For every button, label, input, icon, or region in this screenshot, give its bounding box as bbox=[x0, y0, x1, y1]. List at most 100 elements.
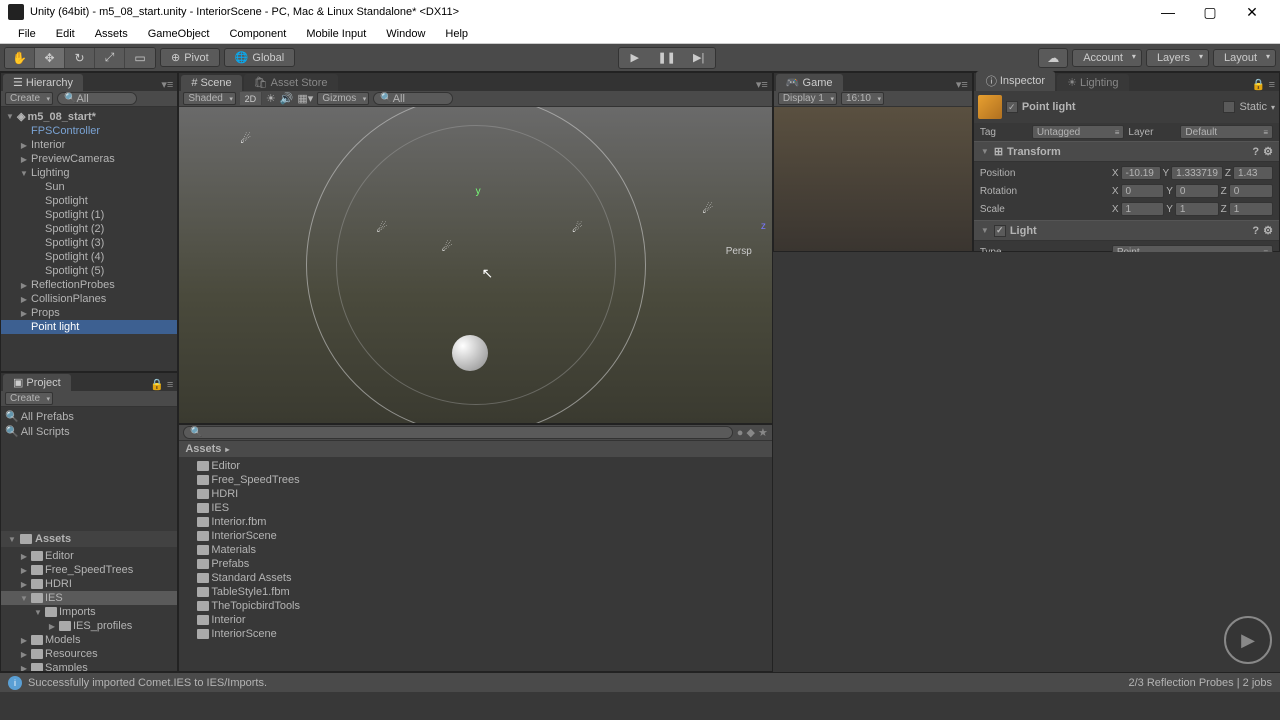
play-button[interactable]: ▶ bbox=[619, 48, 651, 68]
gear-icon[interactable]: ⚙ bbox=[1263, 145, 1273, 158]
gear-icon[interactable]: ⚙ bbox=[1263, 224, 1273, 237]
aspect-dropdown[interactable]: 16:10 bbox=[841, 92, 884, 105]
minimize-button[interactable]: — bbox=[1148, 0, 1188, 24]
perspective-label[interactable]: Persp bbox=[726, 246, 752, 257]
menu-help[interactable]: Help bbox=[437, 26, 476, 42]
pause-button[interactable]: ❚❚ bbox=[651, 48, 683, 68]
active-checkbox[interactable]: ✓ bbox=[1006, 101, 1018, 113]
rotation-y-field[interactable]: 0 bbox=[1175, 184, 1219, 198]
asset-item[interactable]: TableStyle1.fbm bbox=[179, 585, 771, 599]
filter-icons[interactable]: ● ◆ ★ bbox=[737, 426, 768, 439]
step-button[interactable]: ▶| bbox=[683, 48, 715, 68]
layers-dropdown[interactable]: Layers bbox=[1146, 49, 1209, 67]
hierarchy-item[interactable]: Spotlight bbox=[1, 194, 177, 208]
asset-item[interactable]: Interior bbox=[179, 613, 771, 627]
scale-z-field[interactable]: 1 bbox=[1229, 202, 1273, 216]
light-enabled-checkbox[interactable]: ✓ bbox=[994, 225, 1006, 237]
hierarchy-item[interactable]: Spotlight (3) bbox=[1, 236, 177, 250]
global-toggle[interactable]: 🌐Global bbox=[224, 48, 296, 67]
assets-section-header[interactable]: ▼Assets bbox=[1, 531, 177, 547]
project-folder[interactable]: ▶ Editor bbox=[1, 549, 177, 563]
hierarchy-item[interactable]: ▼Lighting bbox=[1, 166, 177, 180]
hierarchy-search[interactable]: 🔍All bbox=[57, 92, 137, 105]
hierarchy-item[interactable]: ▶Interior bbox=[1, 138, 177, 152]
menu-edit[interactable]: Edit bbox=[48, 26, 83, 42]
project-tree[interactable]: ▶ Editor▶ Free_SpeedTrees▶ HDRI▼ IES▼ Im… bbox=[1, 547, 177, 671]
asset-item[interactable]: InteriorScene bbox=[179, 529, 771, 543]
position-z-field[interactable]: 1.43 bbox=[1233, 166, 1273, 180]
play-overlay-icon[interactable]: ▶ bbox=[1224, 616, 1272, 664]
layer-dropdown[interactable]: Default bbox=[1180, 125, 1273, 139]
asset-item[interactable]: Editor bbox=[179, 459, 771, 473]
light-component-header[interactable]: ▼✓Light?⚙ bbox=[974, 220, 1279, 241]
asset-store-tab[interactable]: 🛍Asset Store bbox=[244, 74, 338, 91]
panel-menu-icon[interactable]: ▾≡ bbox=[752, 78, 772, 91]
asset-item[interactable]: Standard Assets bbox=[179, 571, 771, 585]
scene-search[interactable]: 🔍All bbox=[373, 92, 453, 105]
hierarchy-tree[interactable]: ▼◈ m5_08_start*FPSController▶Interior▶Pr… bbox=[1, 107, 177, 371]
hierarchy-item[interactable]: Spotlight (4) bbox=[1, 250, 177, 264]
static-checkbox[interactable] bbox=[1223, 101, 1235, 113]
menu-file[interactable]: File bbox=[10, 26, 44, 42]
menu-window[interactable]: Window bbox=[378, 26, 433, 42]
light-gizmo-icon[interactable]: ☄ bbox=[375, 221, 389, 235]
account-dropdown[interactable]: Account bbox=[1072, 49, 1142, 67]
asset-item[interactable]: Materials bbox=[179, 543, 771, 557]
hierarchy-item[interactable]: Sun bbox=[1, 180, 177, 194]
light-gizmo-icon[interactable]: ☄ bbox=[701, 202, 715, 216]
hierarchy-item[interactable]: ▶PreviewCameras bbox=[1, 152, 177, 166]
menu-gameobject[interactable]: GameObject bbox=[140, 26, 218, 42]
hierarchy-item[interactable]: ▶CollisionPlanes bbox=[1, 292, 177, 306]
gizmos-dropdown[interactable]: Gizmos bbox=[317, 92, 369, 105]
menu-mobile-input[interactable]: Mobile Input bbox=[298, 26, 374, 42]
pivot-toggle[interactable]: ⊕Pivot bbox=[160, 48, 220, 67]
game-tab[interactable]: 🎮Game bbox=[776, 74, 843, 91]
asset-item[interactable]: TheTopicbirdTools bbox=[179, 599, 771, 613]
project-folder[interactable]: ▶ IES_profiles bbox=[1, 619, 177, 633]
scale-x-field[interactable]: 1 bbox=[1121, 202, 1165, 216]
asset-item[interactable]: IES bbox=[179, 501, 771, 515]
audio-toggle-icon[interactable]: 🔊 bbox=[280, 92, 294, 105]
project-lock-icon[interactable]: 🔒 ≡ bbox=[146, 378, 177, 391]
hierarchy-item[interactable]: Point light bbox=[1, 320, 177, 334]
transform-component-header[interactable]: ▼⊞Transform?⚙ bbox=[974, 141, 1279, 162]
object-name-field[interactable]: Point light bbox=[1022, 101, 1220, 113]
scale-tool[interactable]: ⤢ bbox=[95, 48, 125, 68]
hand-tool[interactable]: ✋ bbox=[5, 48, 35, 68]
scene-view[interactable]: y z Persp ↖ ☄ ☄ ☄ ☄ ☄ bbox=[179, 107, 771, 423]
scene-tab[interactable]: #Scene bbox=[181, 75, 241, 91]
inspector-tab[interactable]: ⓘInspector bbox=[976, 71, 1055, 91]
display-dropdown[interactable]: Display 1 bbox=[778, 92, 837, 105]
project-folder[interactable]: ▶ Samples bbox=[1, 661, 177, 671]
project-create-dropdown[interactable]: Create bbox=[5, 392, 53, 405]
assets-search[interactable]: 🔍 bbox=[183, 426, 732, 439]
fx-toggle-icon[interactable]: ▦▾ bbox=[297, 92, 313, 105]
position-x-field[interactable]: -10.19 bbox=[1121, 166, 1161, 180]
breadcrumb[interactable]: Assets ▸ bbox=[179, 441, 771, 457]
assets-list[interactable]: Editor Free_SpeedTrees HDRI IES Interior… bbox=[179, 457, 771, 671]
rotation-x-field[interactable]: 0 bbox=[1121, 184, 1165, 198]
rotation-z-field[interactable]: 0 bbox=[1229, 184, 1273, 198]
asset-item[interactable]: Free_SpeedTrees bbox=[179, 473, 771, 487]
tag-dropdown[interactable]: Untagged bbox=[1032, 125, 1125, 139]
hierarchy-item[interactable]: Spotlight (1) bbox=[1, 208, 177, 222]
light-gizmo-icon[interactable]: ☄ bbox=[440, 240, 454, 254]
asset-item[interactable]: Prefabs bbox=[179, 557, 771, 571]
close-button[interactable]: ✕ bbox=[1232, 0, 1272, 24]
hierarchy-item[interactable]: Spotlight (2) bbox=[1, 222, 177, 236]
hierarchy-item[interactable]: ▶ReflectionProbes bbox=[1, 278, 177, 292]
menu-assets[interactable]: Assets bbox=[87, 26, 136, 42]
hierarchy-item[interactable]: FPSController bbox=[1, 124, 177, 138]
hierarchy-tab[interactable]: ☰Hierarchy bbox=[3, 74, 83, 91]
favorites-item[interactable]: 🔍All Prefabs bbox=[1, 409, 177, 424]
rect-tool[interactable]: ▭ bbox=[125, 48, 155, 68]
project-folder[interactable]: ▶ HDRI bbox=[1, 577, 177, 591]
shaded-dropdown[interactable]: Shaded bbox=[183, 92, 235, 105]
project-folder[interactable]: ▶ Resources bbox=[1, 647, 177, 661]
favorites-item[interactable]: 🔍All Scripts bbox=[1, 424, 177, 439]
light-toggle-icon[interactable]: ☀ bbox=[266, 92, 276, 105]
light-gizmo-icon[interactable]: ☄ bbox=[570, 221, 584, 235]
project-folder[interactable]: ▼ Imports bbox=[1, 605, 177, 619]
lighting-tab[interactable]: ☀Lighting bbox=[1057, 74, 1128, 91]
rotate-tool[interactable]: ↻ bbox=[65, 48, 95, 68]
